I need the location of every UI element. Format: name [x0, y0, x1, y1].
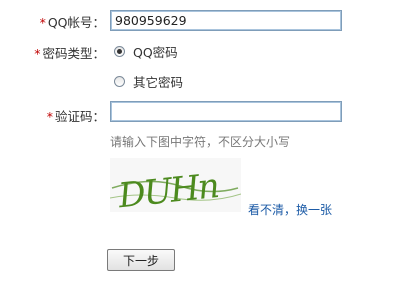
- required-mark: *: [46, 109, 53, 124]
- verify-code-input[interactable]: [110, 101, 342, 122]
- captcha-text: DUHn: [116, 166, 220, 212]
- radio-qq-password-label: QQ密码: [133, 45, 178, 60]
- radio-other-password-label: 其它密码: [133, 75, 184, 90]
- password-type-label: * 密码类型：: [34, 46, 105, 61]
- captcha-refresh-links: 看不清，换一张: [248, 203, 333, 217]
- radio-button-checked[interactable]: [114, 46, 125, 57]
- radio-other-password[interactable]: 其它密码: [114, 72, 183, 91]
- next-step-button[interactable]: 下一步: [107, 249, 175, 271]
- account-input[interactable]: [110, 10, 342, 31]
- verify-code-hint: 请输入下图中字符，不区分大小写: [110, 135, 291, 149]
- captcha-graphic: DUHn: [109, 166, 242, 216]
- required-mark: *: [34, 46, 41, 61]
- verify-code-label: * 验证码：: [46, 109, 105, 124]
- captcha-image[interactable]: DUHn: [109, 158, 242, 216]
- account-label: * QQ帐号：: [39, 15, 105, 30]
- radio-qq-password[interactable]: QQ密码: [114, 42, 178, 61]
- radio-dot: [117, 49, 122, 54]
- required-mark: *: [39, 15, 46, 30]
- radio-button[interactable]: [114, 76, 125, 87]
- change-captcha-link[interactable]: 换一张: [296, 203, 332, 217]
- find-password-form: *QQ帐号： *密码类型： QQ密码 其它密码 *验证码： 请输入下图中字符，不…: [0, 0, 403, 281]
- cant-see-link[interactable]: 看不清: [248, 203, 284, 217]
